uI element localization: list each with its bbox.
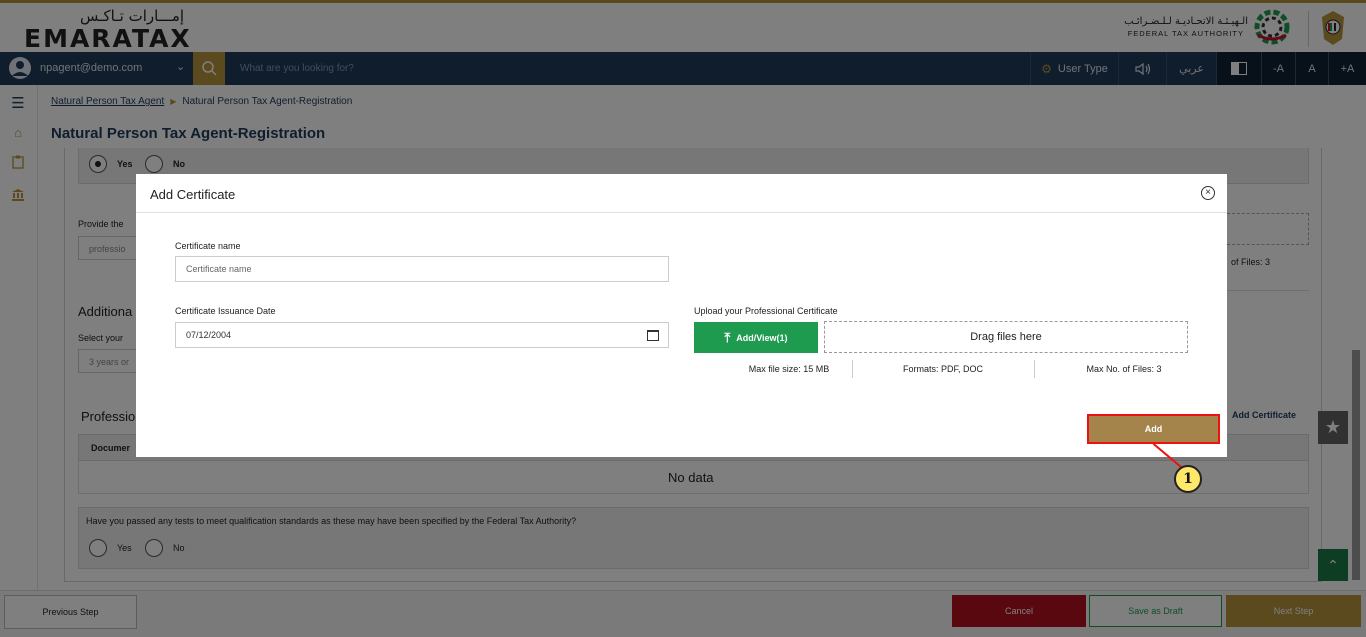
certificate-name-label: Certificate name bbox=[175, 241, 241, 251]
upload-label: Upload your Professional Certificate bbox=[694, 306, 838, 316]
calendar-icon[interactable] bbox=[647, 330, 659, 341]
max-files: Max No. of Files: 3 bbox=[1086, 364, 1162, 374]
certificate-name-input[interactable] bbox=[175, 256, 669, 282]
file-formats: Formats: PDF, DOC bbox=[902, 364, 983, 374]
upload-button-label: Add/View(1) bbox=[736, 332, 788, 343]
close-icon[interactable]: × bbox=[1201, 186, 1215, 200]
add-certificate-modal: Add Certificate × Certificate name Certi… bbox=[136, 174, 1227, 457]
modal-title: Add Certificate bbox=[150, 187, 236, 202]
callout-marker: 1 bbox=[1174, 465, 1202, 493]
issuance-date-label: Certificate Issuance Date bbox=[175, 306, 276, 316]
modal-header: Add Certificate × bbox=[136, 174, 1227, 213]
drag-drop-zone[interactable]: Drag files here bbox=[824, 321, 1188, 353]
upload-add-view-button[interactable]: ⤒ Add/View(1) bbox=[694, 322, 818, 353]
add-button[interactable]: Add bbox=[1087, 414, 1220, 444]
issuance-date-input[interactable]: 07/12/2004 bbox=[175, 322, 669, 348]
upload-icon: ⤒ bbox=[724, 329, 731, 345]
